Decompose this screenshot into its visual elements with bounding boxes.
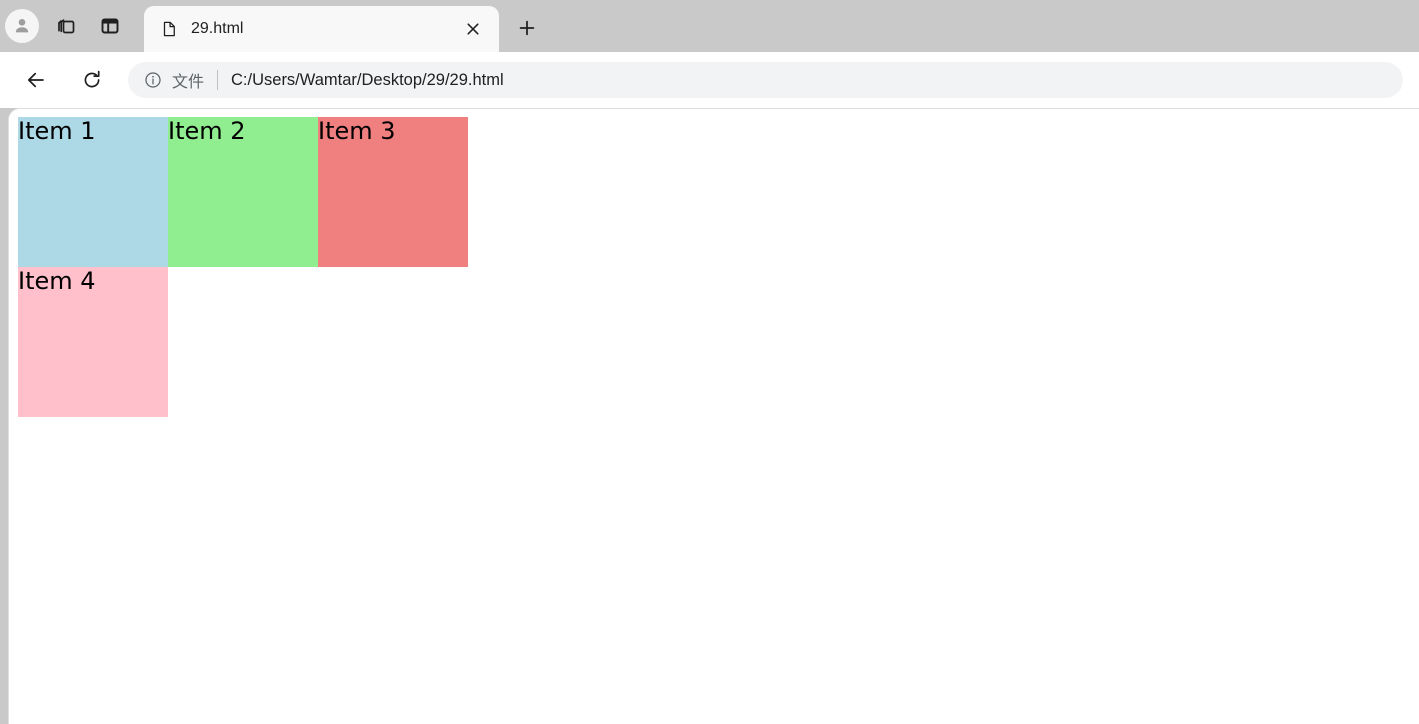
- browser-window: 29.html 文件 C:/Users/Wamtar/Desktop/29/29…: [0, 0, 1419, 724]
- url-scheme-label: 文件: [172, 74, 205, 91]
- profile-button[interactable]: [0, 4, 44, 48]
- address-bar[interactable]: 文件 C:/Users/Wamtar/Desktop/29/29.html: [128, 62, 1403, 98]
- tab-groups-button[interactable]: [44, 4, 88, 48]
- avatar: [5, 9, 39, 43]
- reload-icon: [84, 70, 100, 88]
- split-view-button[interactable]: [88, 4, 132, 48]
- flex-item-2: Item 2: [168, 117, 318, 267]
- flex-item-3: Item 3: [318, 117, 468, 267]
- flex-item-2-label: Item 2: [168, 117, 246, 145]
- page-viewport: Item 1 Item 2 Item 3 Item 4: [8, 108, 1419, 724]
- viewport-container: Item 1 Item 2 Item 3 Item 4: [0, 108, 1419, 724]
- browser-tab[interactable]: 29.html: [144, 6, 499, 52]
- tab-strip: 29.html: [0, 0, 1419, 52]
- new-tab-button[interactable]: [507, 8, 547, 48]
- profile-avatar-icon: [15, 19, 29, 33]
- tab-title: 29.html: [191, 20, 244, 37]
- url-text: C:/Users/Wamtar/Desktop/29/29.html: [231, 70, 504, 89]
- rendered-page: Item 1 Item 2 Item 3 Item 4: [9, 109, 1419, 724]
- back-arrow-icon: [27, 72, 44, 88]
- flex-item-3-label: Item 3: [318, 117, 396, 145]
- close-icon[interactable]: [459, 15, 487, 43]
- flex-container: Item 1 Item 2 Item 3 Item 4: [18, 117, 468, 417]
- split-panel-icon: [101, 18, 119, 34]
- omnibox-separator: [217, 70, 219, 90]
- browser-toolbar: 文件 C:/Users/Wamtar/Desktop/29/29.html: [0, 52, 1419, 108]
- info-circle-icon[interactable]: [142, 69, 164, 91]
- flex-item-1-label: Item 1: [18, 117, 96, 145]
- back-button[interactable]: [16, 60, 56, 100]
- flex-item-1: Item 1: [18, 117, 168, 267]
- flex-item-4-label: Item 4: [18, 267, 96, 295]
- flex-item-4: Item 4: [18, 267, 168, 417]
- tab-stack-icon: [58, 19, 75, 34]
- reload-button[interactable]: [72, 60, 112, 100]
- page-document-icon: [160, 20, 178, 38]
- plus-icon: [519, 20, 535, 36]
